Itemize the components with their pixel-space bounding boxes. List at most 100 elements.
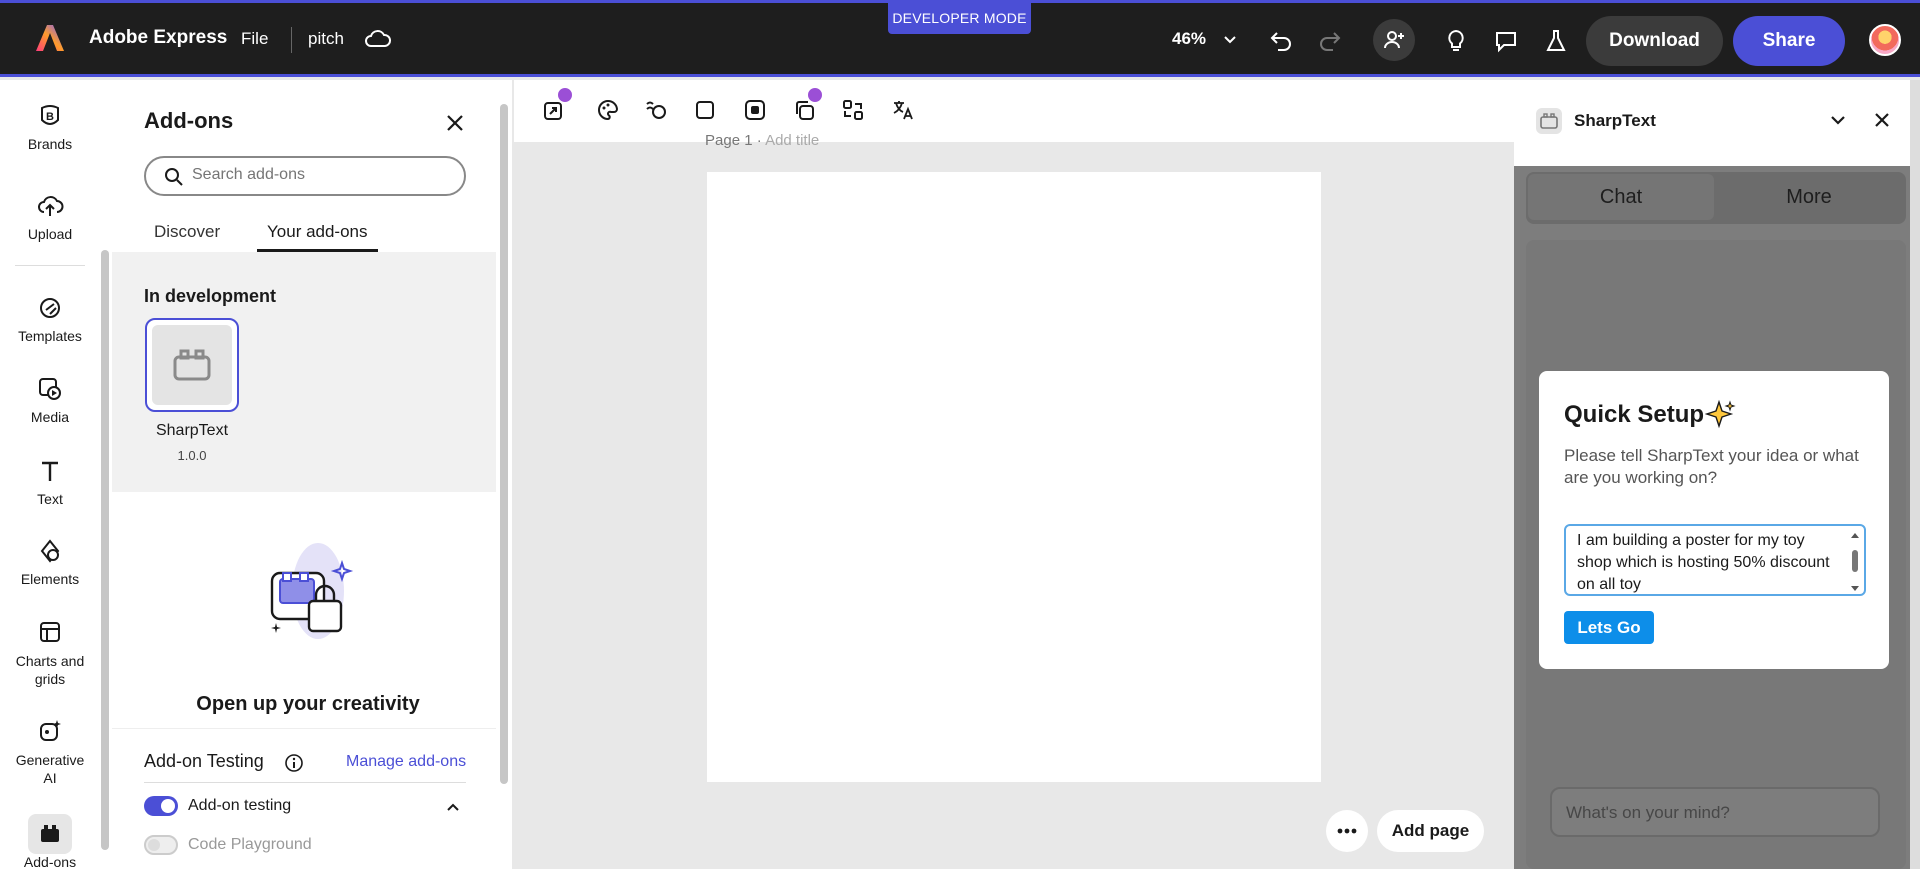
promo-text: Open up your creativity <box>196 693 420 715</box>
premium-crown-icon <box>806 86 824 104</box>
media-icon <box>39 378 61 400</box>
rail-label: Generative AI <box>15 752 85 786</box>
addons-tabs: Discover Your add-ons <box>144 222 466 254</box>
lets-go-button[interactable]: Lets Go <box>1564 611 1654 644</box>
rail-item-brands[interactable]: B Brands <box>0 102 100 152</box>
tab-chat[interactable]: Chat <box>1528 174 1714 220</box>
rail-item-generative-ai[interactable]: Generative AI <box>0 717 100 787</box>
premium-crown-icon <box>556 86 574 104</box>
rail-item-charts[interactable]: Charts and grids <box>0 618 100 688</box>
left-rail: B Brands Upload Templates Media Text Ele… <box>0 80 100 869</box>
manage-addons-link[interactable]: Manage add-ons <box>346 753 466 771</box>
addon-testing-toggle[interactable] <box>144 796 178 816</box>
chevron-down-icon[interactable] <box>1828 110 1848 130</box>
tab-discover[interactable]: Discover <box>154 222 220 242</box>
toggle-label: Code Playground <box>188 836 312 853</box>
section-title: In development <box>144 286 277 306</box>
addon-testing-section: Add-on Testing Manage add-ons Add-on tes… <box>112 728 504 869</box>
textarea-scrollbar[interactable] <box>1850 532 1860 592</box>
undo-icon[interactable] <box>1265 25 1297 57</box>
add-user-icon <box>1384 31 1404 49</box>
plugin-icon <box>1536 108 1562 134</box>
divider <box>291 27 292 53</box>
invite-user-button[interactable] <box>1373 19 1415 61</box>
top-bar: Adobe Express File pitch DEVELOPER MODE … <box>0 0 1920 77</box>
rail-label: Media <box>30 409 70 425</box>
chevron-up-icon[interactable] <box>445 799 461 815</box>
file-menu[interactable]: File <box>241 29 268 49</box>
sparkle-icon <box>1705 399 1736 429</box>
search-field[interactable] <box>144 156 466 196</box>
code-playground-toggle[interactable] <box>144 835 178 855</box>
upload-icon <box>38 196 64 216</box>
rail-item-media[interactable]: Media <box>0 375 100 425</box>
addon-card-sharptext[interactable] <box>145 318 239 412</box>
rail-label: Text <box>37 491 63 507</box>
addons-icon <box>41 825 59 842</box>
shape-icon[interactable] <box>691 96 719 124</box>
swap-icon[interactable] <box>839 96 867 124</box>
page-title-placeholder[interactable]: Add title <box>765 132 819 149</box>
rail-label: Elements <box>20 571 80 587</box>
elements-icon <box>40 539 60 563</box>
add-page-button[interactable]: Add page <box>1377 810 1484 852</box>
redo-icon[interactable] <box>1314 25 1346 57</box>
modal-subtitle: Please tell SharpText your idea or what … <box>1564 446 1859 487</box>
rail-label: Templates <box>18 328 82 344</box>
animate-icon[interactable] <box>642 96 670 124</box>
flask-icon[interactable] <box>1540 25 1572 57</box>
right-scrollbar[interactable] <box>1910 80 1920 869</box>
translate-icon[interactable] <box>889 96 917 124</box>
design-page[interactable] <box>707 172 1321 782</box>
panel-scroll-thumb[interactable] <box>500 104 508 784</box>
sharptext-tabs: Chat More <box>1526 172 1906 224</box>
generative-ai-icon <box>40 720 61 741</box>
search-icon <box>165 168 183 186</box>
close-icon[interactable] <box>1872 110 1892 130</box>
more-icon <box>1337 828 1357 834</box>
rail-scroll-thumb[interactable] <box>101 250 109 850</box>
plugin-icon <box>173 349 211 381</box>
quick-setup-modal: Quick Setup Please tell SharpText your i… <box>1539 371 1889 669</box>
addon-version: 1.0.0 <box>177 448 207 463</box>
rail-item-addons[interactable]: Add-ons <box>0 820 100 869</box>
background-remove-icon[interactable] <box>741 96 769 124</box>
developer-mode-badge: DEVELOPER MODE <box>888 3 1031 34</box>
chat-input-field[interactable] <box>1550 787 1880 837</box>
adobe-express-logo-icon[interactable] <box>35 23 65 53</box>
in-development-section: In development SharpText 1.0.0 <box>112 252 504 492</box>
page-label: Page 1 · Add title <box>705 132 820 149</box>
brand-name: Adobe Express <box>89 27 228 48</box>
rail-item-upload[interactable]: Upload <box>0 192 100 242</box>
rail-label: Charts and grids <box>15 653 85 687</box>
idea-textarea[interactable]: I am building a poster for my toy shop w… <box>1564 524 1866 596</box>
download-button[interactable]: Download <box>1586 16 1723 66</box>
chat-input[interactable] <box>1566 803 1866 823</box>
palette-icon[interactable] <box>594 96 622 124</box>
rail-label: Upload <box>27 226 73 242</box>
svg-text:B: B <box>46 111 54 123</box>
more-options-button[interactable] <box>1326 810 1368 852</box>
creativity-illustration-icon <box>270 543 354 639</box>
info-icon[interactable] <box>284 753 304 773</box>
rail-label: Brands <box>27 136 73 152</box>
tab-more[interactable]: More <box>1716 172 1902 222</box>
search-input[interactable] <box>192 166 452 184</box>
cloud-sync-icon[interactable] <box>364 27 392 51</box>
rail-item-text[interactable]: Text <box>0 457 100 507</box>
canvas-toolbar <box>514 80 1514 142</box>
lightbulb-icon[interactable] <box>1440 25 1472 57</box>
templates-icon <box>40 298 60 318</box>
chevron-down-icon[interactable] <box>1222 32 1238 48</box>
rail-item-elements[interactable]: Elements <box>0 537 100 587</box>
document-name[interactable]: pitch <box>308 29 344 49</box>
share-button[interactable]: Share <box>1733 16 1845 66</box>
comment-icon[interactable] <box>1490 25 1522 57</box>
rail-item-templates[interactable]: Templates <box>0 294 100 344</box>
addon-name: SharpText <box>155 422 229 439</box>
avatar[interactable] <box>1869 24 1901 56</box>
zoom-level[interactable]: 46% <box>1172 29 1206 49</box>
rail-divider <box>15 265 85 266</box>
tab-your-addons[interactable]: Your add-ons <box>257 222 378 252</box>
close-icon[interactable] <box>442 110 468 136</box>
